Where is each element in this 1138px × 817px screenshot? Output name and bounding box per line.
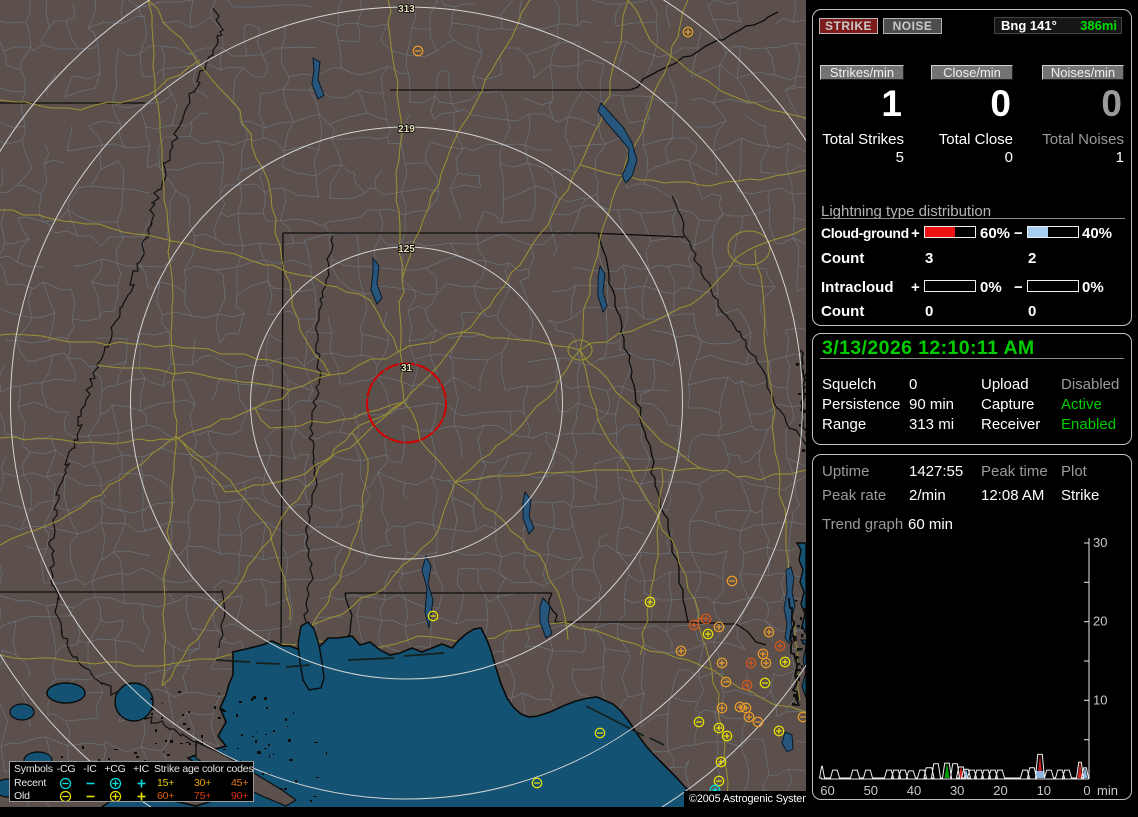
svg-text:min: min xyxy=(1097,783,1118,798)
svg-text:0: 0 xyxy=(1083,783,1090,798)
svg-text:20: 20 xyxy=(1093,614,1107,629)
svg-text:20: 20 xyxy=(993,783,1007,798)
svg-text:40: 40 xyxy=(907,783,921,798)
svg-text:219: 219 xyxy=(398,124,415,135)
svg-text:31: 31 xyxy=(401,363,413,374)
svg-text:313: 313 xyxy=(398,4,415,15)
svg-text:50: 50 xyxy=(864,783,878,798)
svg-text:60: 60 xyxy=(820,783,834,798)
svg-text:30: 30 xyxy=(1093,535,1107,550)
svg-text:125: 125 xyxy=(398,244,415,255)
svg-text:10: 10 xyxy=(1037,783,1051,798)
svg-text:10: 10 xyxy=(1093,692,1107,707)
svg-text:30: 30 xyxy=(950,783,964,798)
